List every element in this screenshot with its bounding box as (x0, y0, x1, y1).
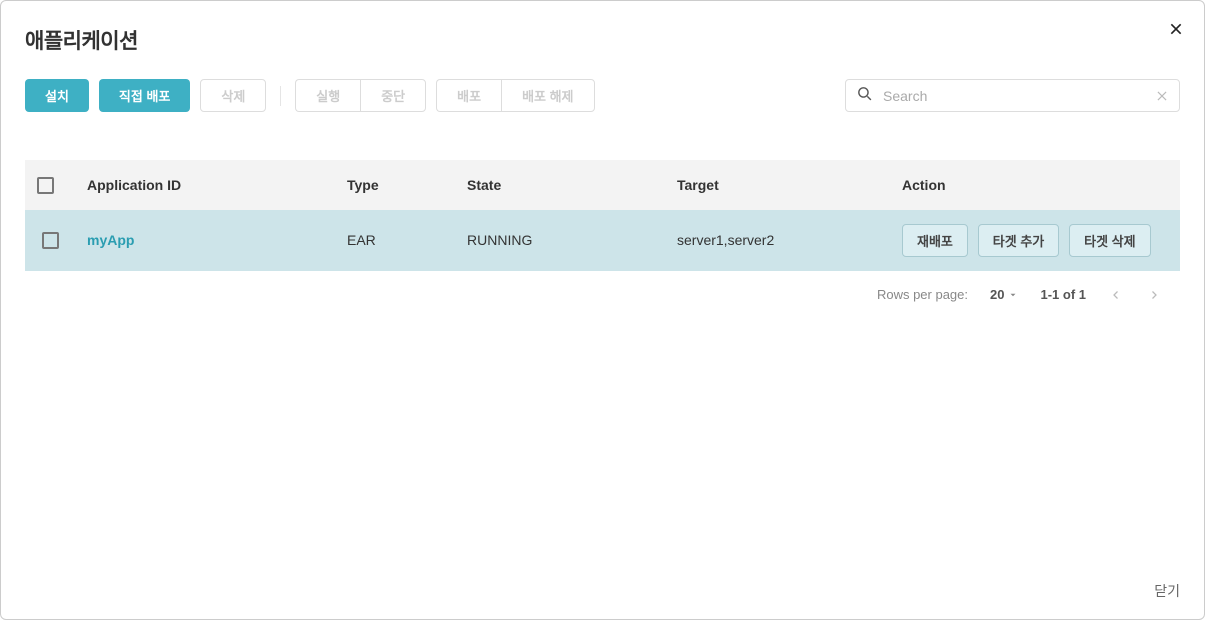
page-range: 1-1 of 1 (1040, 287, 1086, 302)
app-id-link[interactable]: myApp (87, 232, 134, 248)
cell-type: EAR (335, 210, 455, 271)
cell-state: RUNNING (455, 210, 665, 271)
page-size-value: 20 (990, 287, 1004, 302)
redeploy-button[interactable]: 재배포 (902, 224, 968, 257)
next-page-button[interactable] (1146, 287, 1162, 303)
search-icon (856, 85, 873, 107)
search-box (845, 79, 1180, 112)
col-header-appid: Application ID (75, 160, 335, 210)
direct-deploy-button[interactable]: 직접 배포 (99, 79, 190, 112)
col-header-type: Type (335, 160, 455, 210)
row-checkbox[interactable] (42, 232, 59, 249)
dialog-header: 애플리케이션 (25, 25, 1180, 55)
install-button[interactable]: 설치 (25, 79, 89, 112)
deploy-button[interactable]: 배포 (436, 79, 501, 112)
chevron-left-icon (1110, 289, 1122, 301)
col-header-state: State (455, 160, 665, 210)
delete-button[interactable]: 삭제 (200, 79, 266, 112)
page-size-select[interactable]: 20 (990, 287, 1018, 302)
search-input[interactable] (883, 88, 1155, 104)
application-dialog: 애플리케이션 설치 직접 배포 삭제 실행 중단 배포 배포 해제 (0, 0, 1205, 620)
run-stop-group: 실행 중단 (295, 79, 426, 112)
undeploy-button[interactable]: 배포 해제 (501, 79, 594, 112)
rows-per-page-label: Rows per page: (877, 287, 968, 302)
table-header-row: Application ID Type State Target Action (25, 160, 1180, 210)
clear-search-icon[interactable] (1155, 89, 1169, 103)
dialog-title: 애플리케이션 (25, 25, 138, 55)
cell-target: server1,server2 (665, 210, 890, 271)
delete-target-button[interactable]: 타겟 삭제 (1069, 224, 1150, 257)
add-target-button[interactable]: 타겟 추가 (978, 224, 1059, 257)
run-button[interactable]: 실행 (295, 79, 360, 112)
stop-button[interactable]: 중단 (360, 79, 426, 112)
pagination: Rows per page: 20 1-1 of 1 (25, 271, 1180, 303)
col-header-action: Action (890, 160, 1180, 210)
col-header-target: Target (665, 160, 890, 210)
footer-close-button[interactable]: 닫기 (1154, 581, 1180, 601)
select-all-checkbox[interactable] (37, 177, 54, 194)
cell-actions: 재배포 타겟 추가 타겟 삭제 (890, 210, 1180, 271)
applications-table: Application ID Type State Target Action … (25, 160, 1180, 271)
caret-down-icon (1008, 290, 1018, 300)
chevron-right-icon (1148, 289, 1160, 301)
toolbar-divider (280, 86, 281, 106)
close-icon[interactable] (1168, 21, 1184, 37)
prev-page-button[interactable] (1108, 287, 1124, 303)
toolbar: 설치 직접 배포 삭제 실행 중단 배포 배포 해제 (25, 79, 1180, 112)
table-row: myApp EAR RUNNING server1,server2 재배포 타겟… (25, 210, 1180, 271)
deploy-group: 배포 배포 해제 (436, 79, 594, 112)
